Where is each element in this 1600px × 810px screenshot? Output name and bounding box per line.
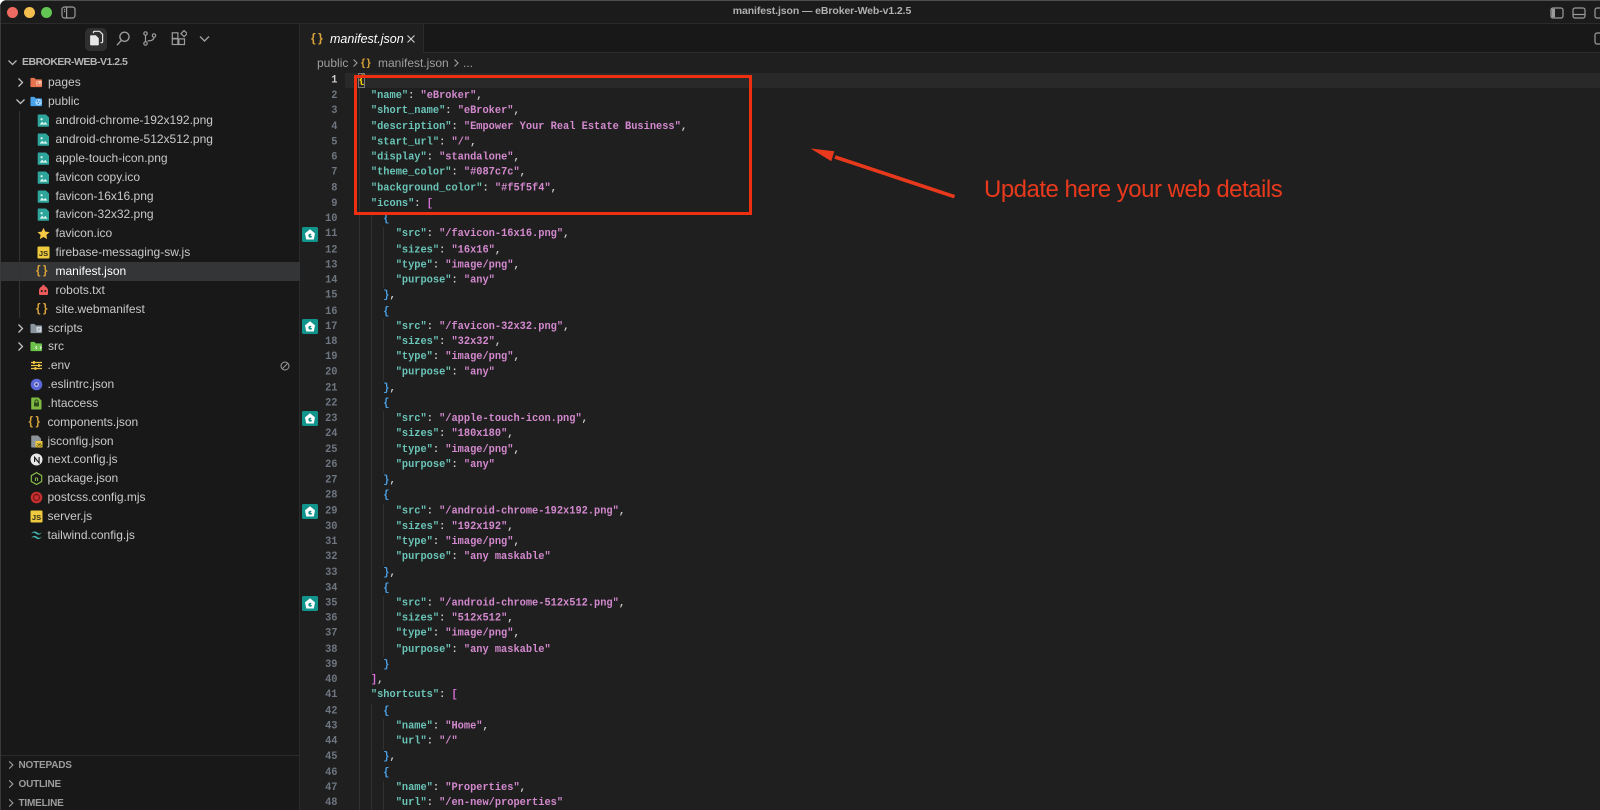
svg-text:JS: JS xyxy=(36,442,42,447)
svg-text:n: n xyxy=(34,476,38,483)
svg-text:JS: JS xyxy=(31,513,40,522)
svg-text:JS: JS xyxy=(39,249,48,258)
